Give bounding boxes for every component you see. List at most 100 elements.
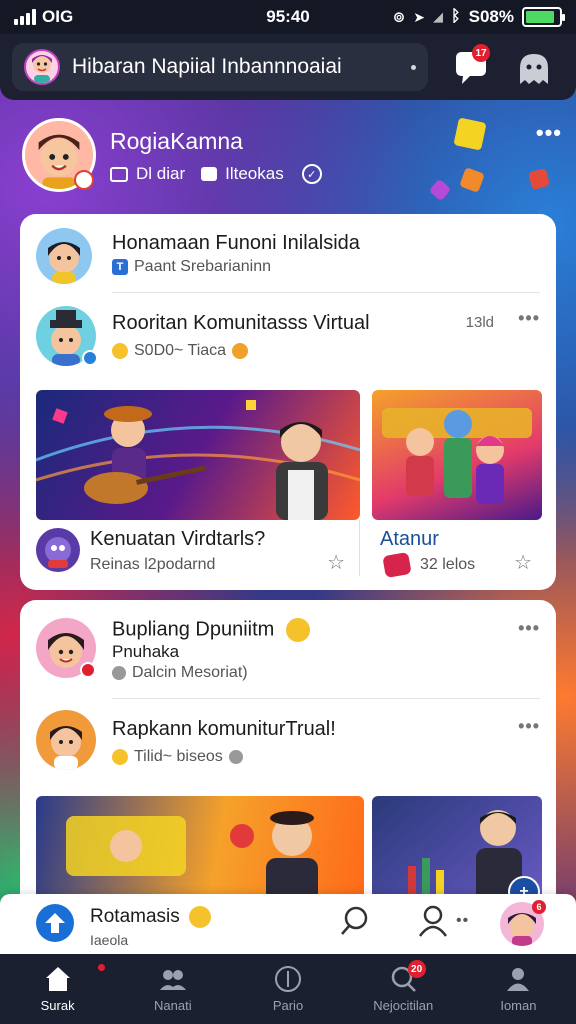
deco-cube-icon (453, 117, 487, 151)
nav-profile-label: Ioman (500, 998, 537, 1013)
media-thumbnail[interactable] (372, 390, 542, 520)
gem-icon (382, 551, 412, 579)
divider (112, 292, 540, 293)
post-title-text: Bupliang Dpuniitm (112, 618, 275, 641)
nav-create[interactable]: Pario (230, 954, 345, 1024)
post-more-icon[interactable]: ••• (518, 716, 540, 737)
post-avatar[interactable] (36, 228, 92, 284)
post-time: 13ld (465, 314, 494, 331)
profile-meta-left: Dl diar (136, 164, 186, 183)
profile-meta: Dl diar Ilteokas ✓ (110, 164, 322, 184)
bottom-nav: Surak Nanati Pario Nejocitilan 20 Ioman (0, 954, 576, 1024)
signal-icon (14, 9, 36, 25)
post-subtitle: S0D0~ Tiaca (112, 342, 249, 360)
nav-create-label: Pario (272, 998, 304, 1013)
post-subtitle: Tilid~ biseos (112, 748, 243, 766)
post-title: Rooritan Komunitasss Virtual (112, 312, 370, 334)
post-subtitle: Dalcin Mesoriat) (112, 664, 248, 682)
search-text: Hibaran Napiial Inbannnoaiai (72, 55, 342, 78)
post-item[interactable]: Bupliang Dpuniitm Pnuhaka Dalcin Mesoria… (36, 616, 540, 686)
star-icon[interactable]: ☆ (327, 550, 345, 575)
ghost-bot-icon (520, 54, 548, 84)
bot-button[interactable] (514, 50, 554, 88)
bag-icon (201, 167, 218, 181)
emoji-icon (285, 618, 310, 642)
nav-friends[interactable]: Nanati (115, 954, 230, 1024)
media-thumbnail[interactable] (36, 796, 364, 910)
character-group-icon (382, 408, 532, 504)
nav-notifications-label: Nejocitilan (373, 998, 434, 1013)
friends-icon (159, 970, 186, 990)
user-icon (507, 968, 530, 991)
mini-subtitle: Iaeola (90, 932, 129, 948)
home-up-icon[interactable] (36, 904, 74, 942)
user-avatar[interactable] (24, 49, 60, 85)
post-title: Bupliang Dpuniitm (112, 618, 310, 642)
post-item[interactable]: Rapkann komuniturTrual! Tilid~ biseos ••… (36, 710, 540, 776)
media-thumbnail[interactable]: + (372, 796, 542, 910)
nav-badge: 20 (407, 960, 426, 978)
chat-button[interactable]: 17 (450, 44, 490, 88)
more-icon[interactable]: •• (456, 912, 469, 930)
festival-illustration-icon (66, 811, 318, 910)
carrier-label: OIG (42, 7, 74, 26)
media-thumbnail[interactable] (36, 390, 360, 520)
star-icon[interactable]: ☆ (514, 550, 532, 575)
compass-icon (275, 966, 301, 992)
post-more-icon[interactable]: ••• (518, 308, 540, 329)
online-dot-icon (82, 350, 98, 366)
location-icon: ➤ (413, 8, 426, 25)
search-icon[interactable] (338, 904, 372, 938)
concert-illustration-icon (36, 400, 360, 520)
card-icon (110, 166, 128, 182)
post-title: Rapkann komuniturTrual! (112, 718, 336, 740)
minus-icon (228, 750, 243, 764)
post-subtitle-text: Tilid~ biseos (134, 748, 223, 765)
caption-title: Atanur (380, 528, 439, 550)
coin-icon (232, 343, 249, 359)
post-title: Honamaan Funoni Inilalsida (112, 232, 360, 254)
feed-card: Bupliang Dpuniitm Pnuhaka Dalcin Mesoria… (20, 600, 556, 910)
more-dot-icon[interactable] (411, 64, 416, 70)
battery-percent: S08% (468, 7, 514, 26)
now-playing-bar[interactable]: Rotamasis Iaeola •• 6 (0, 894, 576, 954)
app-header: Hibaran Napiial Inbannnoaiai 17 (0, 34, 576, 100)
tag-icon: T (112, 259, 128, 275)
post-subtitle: T Paant Srebarianinn (112, 258, 271, 276)
live-dot-icon (80, 662, 96, 678)
emoji-icon (112, 749, 128, 765)
caption-avatar (36, 528, 80, 572)
caption-title: Kenuatan Virdtarls? (90, 528, 266, 550)
post-title-line2: Pnuhaka (112, 642, 180, 661)
post-subtitle-text: Paant Srebarianinn (134, 258, 271, 275)
post-subtitle-text: S0D0~ Tiaca (134, 342, 227, 359)
verified-icon[interactable]: ✓ (301, 164, 322, 184)
battery-icon (522, 7, 565, 27)
post-more-icon[interactable]: ••• (518, 618, 540, 639)
nav-dot-icon (98, 964, 105, 971)
nav-profile[interactable]: Ioman (461, 954, 576, 1024)
caption-subtitle: Reinas l2podarnd (90, 556, 216, 573)
caption-subtitle: 32 lelos (420, 556, 476, 573)
nav-friends-label: Nanati (154, 998, 192, 1013)
media-caption[interactable]: Kenuatan Virdtarls? Reinas l2podarnd ☆ (36, 520, 360, 576)
feed-card: Honamaan Funoni Inilalsida T Paant Sreba… (20, 214, 556, 590)
nav-notifications[interactable]: Nejocitilan 20 (346, 954, 461, 1024)
alarm-icon: ⊚ (392, 9, 406, 26)
post-item[interactable]: Rooritan Komunitasss Virtual S0D0~ Tiaca… (36, 306, 540, 372)
profile-meta-right: Ilteokas (225, 164, 284, 183)
post-subtitle-text: Dalcin Mesoriat) (132, 664, 248, 681)
media-caption[interactable]: Atanur 32 lelos ☆ (372, 520, 542, 579)
nav-home[interactable]: Surak (0, 954, 115, 1024)
signal-triangle-icon: ◢ (433, 9, 444, 24)
search-bar[interactable]: Hibaran Napiial Inbannnoaiai (12, 43, 428, 91)
mini-title-text: Rotamasis (90, 906, 180, 928)
profile-icon[interactable] (416, 904, 450, 938)
mini-badge: 6 (532, 900, 546, 914)
chat-badge: 17 (472, 44, 490, 62)
mini-title: Rotamasis (90, 906, 212, 928)
profile-more-icon[interactable]: ••• (536, 120, 562, 146)
post-item[interactable]: Honamaan Funoni Inilalsida T Paant Sreba… (36, 228, 540, 288)
post-avatar[interactable] (36, 710, 96, 770)
status-ring-icon (74, 170, 94, 190)
